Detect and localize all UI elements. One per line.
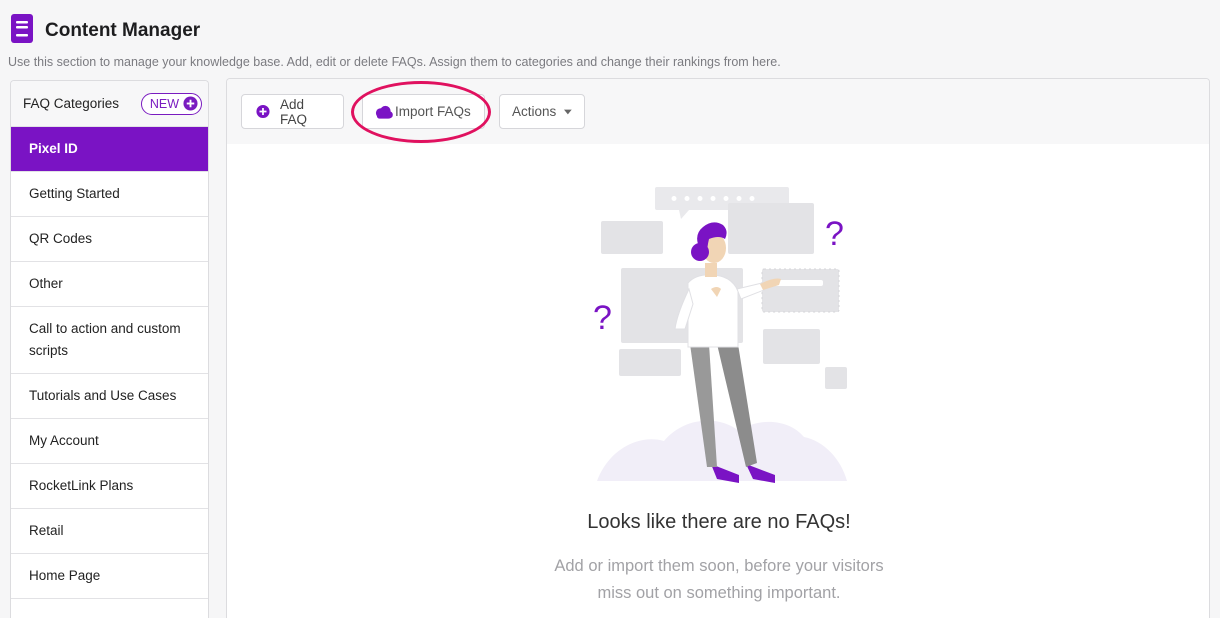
sidebar-item-label: My Account	[29, 433, 99, 448]
actions-label: Actions	[512, 104, 557, 119]
sidebar-item-my-account[interactable]: My Account	[11, 419, 208, 464]
sidebar-title: FAQ Categories	[23, 96, 120, 111]
sidebar-item-other[interactable]: Other	[11, 262, 208, 307]
sidebar-item-getting-started[interactable]: Getting Started	[11, 172, 208, 217]
sidebar-item-label: Home Page	[29, 568, 101, 583]
sidebar-item-label: Retail	[29, 523, 64, 538]
empty-state-title: Looks like there are no FAQs!	[587, 511, 851, 533]
svg-text:?: ?	[593, 299, 612, 337]
sidebar-item-retail[interactable]: Retail	[11, 509, 208, 554]
sidebar-item-pixel-id[interactable]: Pixel ID	[11, 127, 208, 172]
add-faq-button[interactable]: Add FAQ	[241, 94, 344, 129]
new-category-button[interactable]: NEW	[140, 92, 202, 115]
sidebar-item-label: RocketLink Plans	[29, 478, 134, 493]
empty-state-illustration: ? ?	[593, 187, 847, 483]
plus-circle-icon	[256, 104, 270, 119]
sidebar-item-rocketlink-plans[interactable]: RocketLink Plans	[11, 464, 208, 509]
sidebar-item-label: Pixel ID	[29, 141, 78, 156]
faq-toolbar: Add FAQ Import FAQs Actions	[227, 79, 1209, 144]
page-title: Content Manager	[45, 19, 201, 41]
sidebar-item-label: Getting Started	[29, 186, 120, 201]
sidebar-item-qr-codes[interactable]: QR Codes	[11, 217, 208, 262]
caret-down-icon	[564, 109, 572, 114]
new-category-label: NEW	[149, 96, 179, 111]
faq-categories-sidebar: FAQ Categories NEW Pixel ID Getting Star…	[10, 80, 209, 618]
book-icon	[11, 14, 33, 43]
sidebar-item-label: QR Codes	[29, 231, 93, 246]
sidebar-item-home-page[interactable]: Home Page	[11, 554, 208, 599]
sidebar-item-tutorials[interactable]: Tutorials and Use Cases	[11, 374, 208, 419]
empty-state-description: Add or import them soon, before your vis…	[227, 553, 1209, 607]
cloud-icon	[375, 105, 393, 119]
faq-main-panel: Add FAQ Import FAQs Actions ? ? Looks li…	[226, 78, 1210, 618]
sidebar-header: FAQ Categories NEW	[11, 81, 208, 127]
sidebar-item-call-to-action[interactable]: Call to action and custom scripts	[11, 307, 208, 374]
sidebar-item-label: Other	[29, 276, 63, 291]
page-subtitle: Use this section to manage your knowledg…	[8, 55, 781, 69]
empty-state-line-2: miss out on something important.	[597, 584, 841, 602]
add-faq-label: Add FAQ	[279, 96, 307, 127]
svg-text:?: ?	[825, 215, 844, 253]
sidebar-item-label: Tutorials and Use Cases	[29, 388, 177, 403]
page-header: Content Manager	[10, 14, 200, 43]
actions-dropdown[interactable]: Actions	[499, 94, 585, 129]
import-faqs-button[interactable]: Import FAQs	[362, 94, 485, 129]
sidebar-item-label: Call to action and custom scripts	[29, 321, 181, 358]
import-faqs-label: Import FAQs	[395, 104, 471, 119]
empty-state-line-1: Add or import them soon, before your vis…	[554, 557, 884, 575]
plus-circle-icon	[183, 96, 198, 111]
